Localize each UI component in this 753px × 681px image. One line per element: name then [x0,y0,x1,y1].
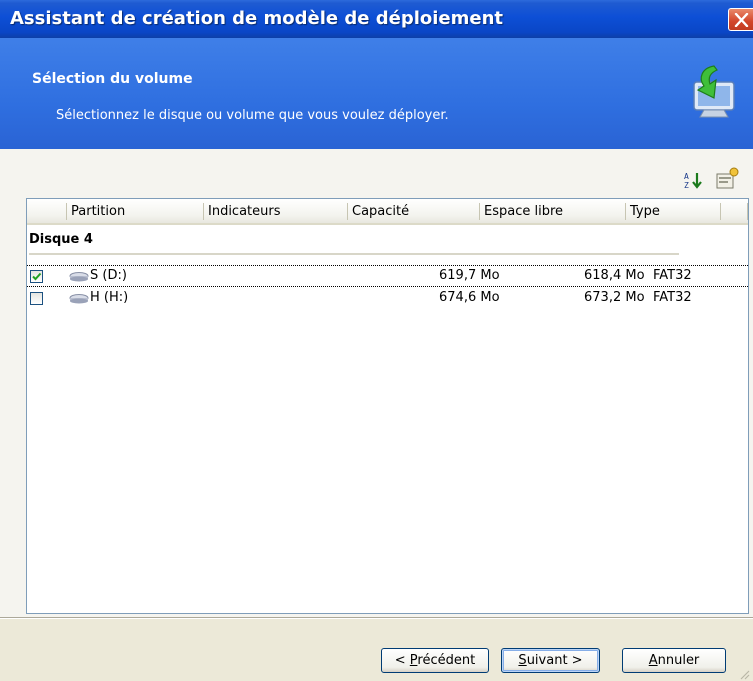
previous-button[interactable]: < Précédent [381,648,489,673]
page-title: Sélection du volume [32,71,193,87]
cancel-button-accel: A [648,653,658,668]
cell-capacite: 674,6 Mo [439,290,500,305]
column-header-partition[interactable]: Partition [67,199,204,225]
drive-icon [69,294,89,304]
column-header-espace-libre[interactable]: Espace libre [480,199,626,225]
next-button-label: uivant > [526,653,583,668]
drive-icon [69,272,89,282]
disk-group-label: Disque 4 [29,232,93,247]
cell-espace-libre: 673,2 Mo [584,290,645,305]
cell-partition: S (D:) [90,268,127,283]
column-header-capacite[interactable]: Capacité [348,199,480,225]
volume-list[interactable]: Partition Indicateurs Capacité Espace li… [26,198,749,614]
page-subtitle: Sélectionnez le disque ou volume que vou… [56,108,449,123]
row-checkbox[interactable] [30,292,43,305]
cell-espace-libre: 618,4 Mo [584,268,645,283]
svg-text:Z: Z [684,181,689,190]
wizard-window: Assistant de création de modèle de déplo… [0,0,753,681]
bottom-divider-highlight [0,618,753,619]
previous-button-label: récédent [417,653,476,668]
close-icon [734,13,749,27]
monitor-green-arrow-icon [693,65,735,118]
cell-type: FAT32 [653,268,692,283]
checkmark-icon [32,272,42,281]
table-row[interactable]: S (D:) 619,7 Mo 618,4 Mo FAT32 [27,265,748,287]
cell-type: FAT32 [653,290,692,305]
title-bar[interactable]: Assistant de création de modèle de déplo… [0,0,753,38]
row-checkbox[interactable] [30,270,43,283]
column-header-filler [721,199,748,225]
properties-icon[interactable] [715,166,741,190]
cancel-button[interactable]: Annuler [622,648,726,673]
cell-partition: H (H:) [90,290,129,305]
next-button[interactable]: Suivant > [501,648,600,673]
close-button[interactable] [728,8,753,31]
column-header-checkbox[interactable] [27,199,67,225]
next-button-accel: S [518,653,527,668]
resize-grip-icon[interactable] [738,668,750,680]
window-title: Assistant de création de modèle de déplo… [10,8,504,29]
column-header-indicateurs[interactable]: Indicateurs [204,199,348,225]
table-row[interactable]: H (H:) 674,6 Mo 673,2 Mo FAT32 [27,288,748,310]
cell-capacite: 619,7 Mo [439,268,500,283]
sort-icon[interactable]: A Z [684,171,706,191]
wizard-header: Sélection du volume Sélectionnez le disq… [0,38,753,149]
column-header-type[interactable]: Type [626,199,721,225]
cancel-button-label: nnuler [657,653,700,668]
previous-button-prefix: < [394,653,410,668]
group-divider [29,253,679,255]
svg-text:A: A [684,172,689,181]
